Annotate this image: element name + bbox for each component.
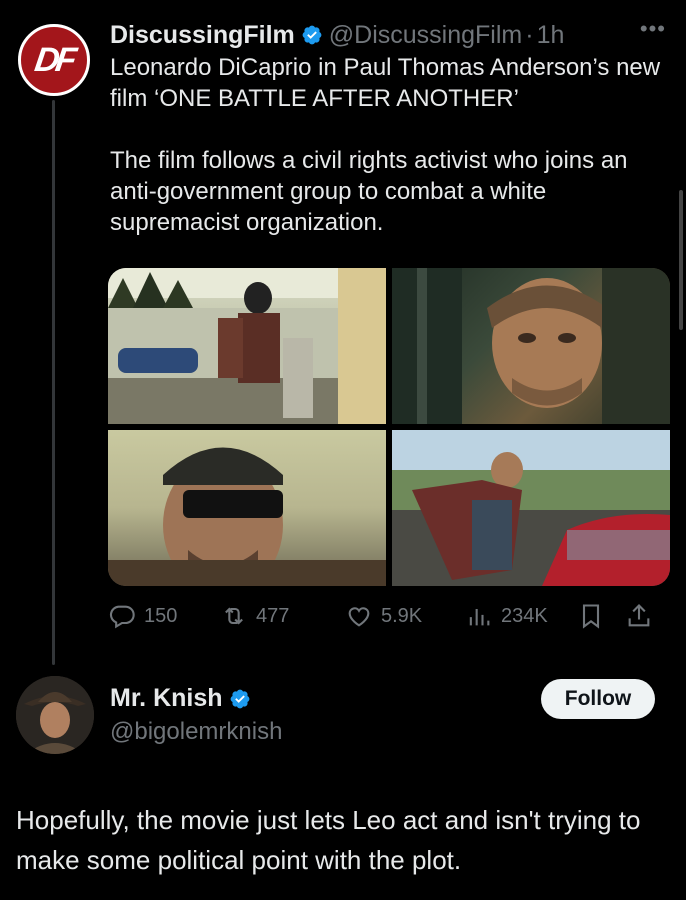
discussingfilm-avatar[interactable]: DF (18, 24, 90, 96)
cowboy-portrait-icon (16, 676, 94, 754)
views-chart-icon (469, 609, 490, 626)
author-handle[interactable]: @DiscussingFilm (329, 21, 522, 50)
reply-count: 150 (144, 604, 178, 627)
follow-button[interactable]: Follow (541, 679, 655, 719)
retweet-count: 477 (256, 604, 290, 627)
reply-author-row: Mr. Knish (110, 684, 257, 713)
tweet-action-bar: 150 477 5.9K 234K (108, 598, 670, 634)
closeup-portrait-image-icon (392, 268, 670, 424)
tweet-time[interactable]: 1h (537, 21, 565, 50)
reply-body-text: Hopefully, the movie just lets Leo act a… (16, 805, 641, 875)
verified-badge-icon (230, 689, 249, 708)
action-scene-image-icon (392, 430, 670, 586)
tweet-header: DiscussingFilm @DiscussingFilm · 1h ••• (110, 16, 666, 50)
reply-icon (109, 605, 135, 629)
thread-connector-line (52, 100, 55, 665)
media-image-2[interactable] (392, 268, 670, 424)
sunglasses-portrait-image-icon (108, 447, 386, 586)
scrollbar[interactable] (679, 190, 683, 330)
author-name[interactable]: DiscussingFilm (110, 21, 295, 50)
retweet-icon (225, 607, 243, 625)
share-icon (628, 604, 650, 627)
more-dots-icon[interactable]: ••• (640, 16, 666, 42)
verified-badge-icon (302, 25, 322, 45)
share-button[interactable] (625, 602, 655, 630)
mr-knish-avatar[interactable] (16, 676, 94, 754)
street-scene-image-icon (108, 268, 386, 424)
heart-icon (348, 607, 370, 627)
views-button[interactable]: 234K (465, 602, 577, 630)
like-count: 5.9K (381, 604, 423, 627)
reply-author-name[interactable]: Mr. Knish (110, 684, 223, 713)
media-image-3[interactable] (108, 430, 386, 586)
reply-author-handle[interactable]: @bigolemrknish (110, 718, 282, 746)
retweet-button[interactable]: 477 (220, 602, 345, 630)
tweet-body-text: Leonardo DiCaprio in Paul Thomas Anderso… (110, 54, 661, 236)
avatar-logo-text: DF (32, 40, 76, 79)
reply-button[interactable]: 150 (108, 602, 220, 630)
media-image-1[interactable] (108, 268, 386, 424)
separator-dot: · (525, 20, 534, 49)
media-image-4[interactable] (392, 430, 670, 586)
bookmark-button[interactable] (577, 602, 625, 630)
bookmark-icon (582, 604, 600, 629)
like-button[interactable]: 5.9K (345, 602, 465, 630)
views-count: 234K (501, 604, 548, 627)
tweet-media-grid[interactable] (108, 268, 670, 586)
